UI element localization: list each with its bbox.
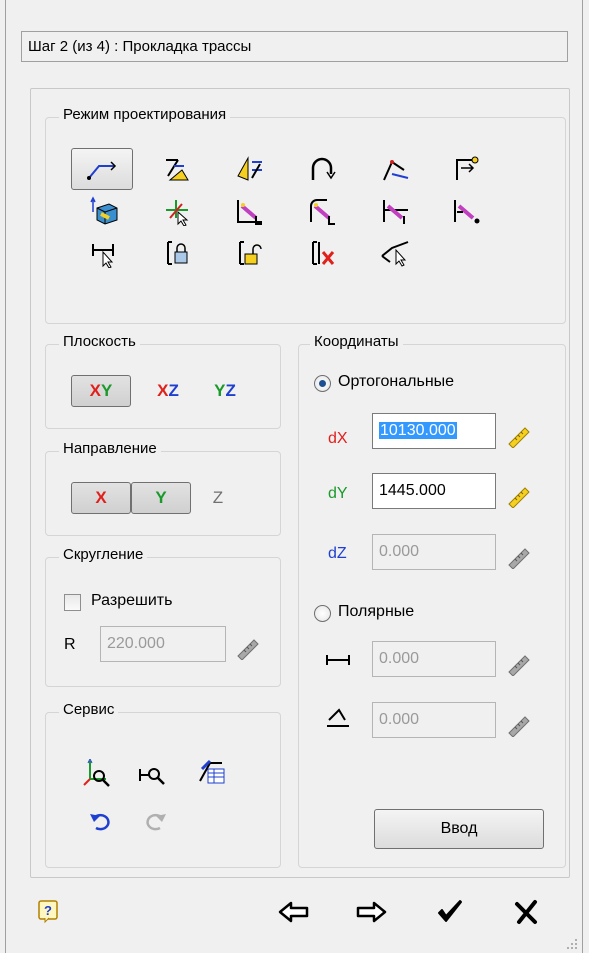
rounding-group (45, 557, 281, 687)
lock-segment-icon[interactable] (146, 232, 208, 274)
dy-ruler-icon[interactable] (507, 484, 531, 508)
dy-label: dY (328, 485, 348, 502)
mirror-segment-icon[interactable] (218, 148, 280, 190)
dx-value: 10130.000 (379, 422, 457, 439)
zoom-origin-icon[interactable] (82, 759, 112, 787)
enter-button[interactable]: Ввод (374, 809, 544, 849)
dx-ruler-icon[interactable] (507, 424, 531, 448)
plane-xz-button[interactable]: XZ (143, 375, 193, 407)
help-icon[interactable]: ? (37, 899, 61, 923)
cancel-x-icon[interactable] (513, 898, 541, 926)
redo-icon[interactable] (140, 806, 170, 834)
dz-ruler-icon[interactable] (507, 545, 531, 569)
plane-yz-y: Y (214, 381, 226, 400)
ok-check-icon[interactable] (436, 898, 464, 926)
service-group (45, 712, 281, 868)
orthogonal-label: Ортогональные (338, 373, 455, 390)
length-icon (326, 655, 350, 665)
service-title: Сервис (59, 701, 119, 718)
step-title: Шаг 2 (из 4) : Прокладка трассы (21, 31, 568, 62)
forward-arrow-icon[interactable] (354, 900, 388, 924)
allow-rounding-checkbox[interactable] (64, 594, 81, 611)
pick-nozzle-2-icon[interactable] (291, 190, 353, 232)
plane-xz-z: Z (168, 381, 179, 400)
direction-z-button[interactable]: Z (200, 482, 236, 514)
coordinates-title: Координаты (310, 333, 403, 350)
length-ruler-icon[interactable] (507, 652, 531, 676)
route-dialog: Шаг 2 (из 4) : Прокладка трассы Режим пр… (0, 0, 589, 953)
plane-xy-button[interactable]: XY (71, 375, 131, 407)
snap-cursor-icon[interactable] (146, 190, 208, 232)
allow-rounding-label: Разрешить (91, 592, 173, 609)
dy-input[interactable]: 1445.000 (372, 473, 496, 509)
dimension-pick-icon[interactable] (73, 232, 135, 274)
rounding-title: Скругление (59, 546, 148, 563)
plane-xy-y: Y (101, 381, 113, 400)
design-mode-title: Режим проектирования (59, 106, 231, 123)
svg-text:?: ? (44, 903, 52, 918)
delete-segment-icon[interactable] (291, 232, 353, 274)
dz-label: dZ (328, 545, 347, 562)
connect-object-icon[interactable] (73, 190, 135, 232)
plane-yz-z: Z (225, 381, 236, 400)
plane-yz-button[interactable]: YZ (200, 375, 250, 407)
pick-nozzle-3-icon[interactable] (364, 190, 426, 232)
angle-input[interactable]: 0.000 (372, 702, 496, 738)
plane-title: Плоскость (59, 333, 140, 350)
back-arrow-icon[interactable] (277, 900, 311, 924)
polar-radio[interactable] (314, 605, 331, 622)
direction-y-button[interactable]: Y (131, 482, 191, 514)
radius-input[interactable]: 220.000 (100, 626, 226, 662)
dx-label: dX (328, 430, 348, 447)
properties-table-icon[interactable] (196, 757, 226, 785)
direction-x-button[interactable]: X (71, 482, 131, 514)
branch-segment-icon[interactable] (364, 148, 426, 190)
angle-pick-icon[interactable] (364, 232, 426, 274)
polyline-segment-icon[interactable] (71, 148, 133, 190)
plane-xy-x: X (89, 381, 101, 400)
arc-segment-icon[interactable] (291, 148, 353, 190)
zoom-segment-icon[interactable] (136, 759, 166, 787)
resize-grip-icon[interactable] (566, 938, 578, 950)
dx-input[interactable]: 10130.000 (372, 413, 496, 449)
radius-label: R (64, 636, 76, 653)
plane-xz-x: X (157, 381, 169, 400)
pick-nozzle-4-icon[interactable] (435, 190, 497, 232)
pick-nozzle-1-icon[interactable] (218, 190, 280, 232)
polar-label: Полярные (338, 603, 415, 620)
length-input[interactable]: 0.000 (372, 641, 496, 677)
angle-ruler-icon[interactable] (507, 713, 531, 737)
endpoint-flag-icon[interactable] (435, 148, 497, 190)
unlock-segment-icon[interactable] (218, 232, 280, 274)
undo-icon[interactable] (86, 806, 116, 834)
orthogonal-radio[interactable] (314, 375, 331, 392)
radius-ruler-icon[interactable] (236, 636, 260, 660)
offset-segment-icon[interactable] (146, 148, 208, 190)
angle-icon (327, 708, 349, 727)
direction-title: Направление (59, 440, 161, 457)
dz-input[interactable]: 0.000 (372, 534, 496, 570)
